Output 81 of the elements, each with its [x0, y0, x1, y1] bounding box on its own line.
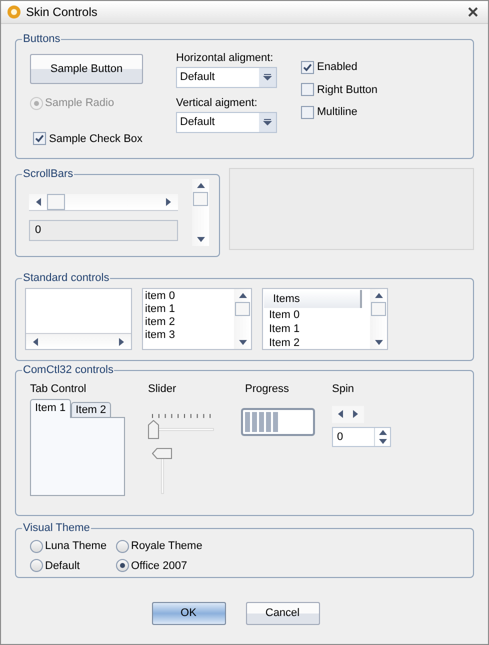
radio-label: Royale Theme [131, 539, 202, 554]
field-label: Horizontal aligment: [176, 51, 274, 65]
group-label: ScrollBars [22, 167, 74, 181]
radio-label: Sample Radio [45, 96, 114, 111]
dropdown[interactable]: Default [176, 112, 277, 133]
list-item[interactable]: item 1 [145, 303, 234, 316]
section-label: Progress [244, 382, 290, 397]
group-label: ComCtl32 controls [22, 363, 114, 377]
dropdown-arrow-icon [263, 74, 272, 81]
radio-button[interactable] [116, 540, 129, 553]
group-label: Standard controls [22, 271, 110, 285]
up-arrow-icon [196, 182, 204, 190]
app-logo-icon [7, 5, 21, 19]
up-arrow-icon [378, 428, 386, 436]
down-arrow-icon [378, 436, 386, 444]
up-arrow-icon [238, 292, 246, 300]
checkmark-icon [35, 134, 44, 144]
slider-thumb[interactable] [152, 448, 172, 458]
checkbox-label: Right Button [317, 82, 378, 98]
list-item[interactable]: item 0 [145, 290, 234, 303]
radio-button[interactable] [30, 559, 43, 572]
ok-button[interactable]: OK [152, 602, 226, 625]
checkbox[interactable] [33, 132, 46, 146]
tab[interactable]: Item 2 [70, 402, 112, 418]
left-arrow-icon [35, 198, 43, 206]
section-label: Spin [332, 382, 356, 397]
radio-label: Luna Theme [45, 539, 107, 554]
horizontal-spin-button[interactable] [332, 406, 364, 422]
right-arrow-icon [164, 198, 172, 206]
vertical-scrollbar[interactable] [370, 289, 387, 349]
section-label: Slider [148, 382, 178, 397]
vertical-scrollbar[interactable] [234, 289, 251, 349]
right-arrow-icon [351, 410, 359, 418]
down-arrow-icon [238, 338, 246, 346]
section-label: Tab Control [30, 382, 88, 397]
scrollbar-thumb[interactable] [193, 192, 208, 206]
list-item[interactable]: item 3 [145, 329, 234, 342]
tab[interactable]: Item 1 [30, 398, 71, 418]
field-label: Vertical aigment: [176, 96, 258, 110]
dropdown[interactable]: Default [176, 67, 277, 88]
list-box[interactable]: item 0 item 1 item 2 item 3 [142, 288, 252, 350]
checkmark-icon [303, 62, 312, 72]
up-arrow-icon [374, 292, 382, 300]
group-label: Buttons [22, 32, 62, 46]
left-arrow-icon [337, 410, 345, 418]
list-view-row[interactable]: Item 1 [269, 322, 370, 336]
slider-thumb[interactable] [148, 420, 159, 438]
checkbox[interactable] [301, 83, 314, 96]
value-field[interactable]: 0 [29, 220, 178, 241]
radio-label: Default [45, 558, 80, 574]
radio-button[interactable] [30, 540, 43, 553]
radio-button[interactable] [116, 559, 129, 572]
window-title: Skin Controls [26, 4, 98, 21]
scrollbar-thumb[interactable] [371, 302, 386, 316]
list-item[interactable]: item 2 [145, 316, 234, 329]
list-view[interactable]: Items Item 0 Item 1 Item 2 [262, 288, 388, 350]
spin-field[interactable]: 0 [332, 426, 391, 446]
sample-button[interactable]: Sample Button [30, 54, 143, 84]
list-view-row[interactable]: Item 2 [269, 336, 370, 349]
checkbox-label: Sample Check Box [49, 132, 143, 146]
group-label: Visual Theme [22, 521, 91, 535]
checkbox[interactable] [301, 106, 314, 119]
scrollbar-thumb[interactable] [47, 194, 65, 210]
radio-label: Office 2007 [131, 558, 188, 574]
horizontal-slider[interactable] [148, 414, 214, 440]
list-view-row[interactable]: Item 0 [269, 308, 370, 322]
right-arrow-icon [117, 338, 125, 346]
vertical-scrollbar[interactable] [192, 179, 209, 246]
down-arrow-icon [374, 338, 382, 346]
scrollbar-thumb[interactable] [235, 302, 250, 316]
dropdown-arrow-icon [263, 119, 272, 126]
close-icon[interactable] [468, 7, 478, 17]
horizontal-scrollbar[interactable] [29, 194, 178, 211]
column-header[interactable]: Items [264, 290, 362, 308]
checkbox-label: Multiline [317, 105, 358, 120]
checkbox-label: Enabled [317, 60, 358, 75]
down-arrow-icon [196, 235, 204, 243]
horizontal-scrollbar[interactable] [26, 333, 131, 349]
left-arrow-icon [32, 338, 40, 346]
cancel-button[interactable]: Cancel [246, 602, 320, 625]
checkbox[interactable] [301, 60, 314, 74]
